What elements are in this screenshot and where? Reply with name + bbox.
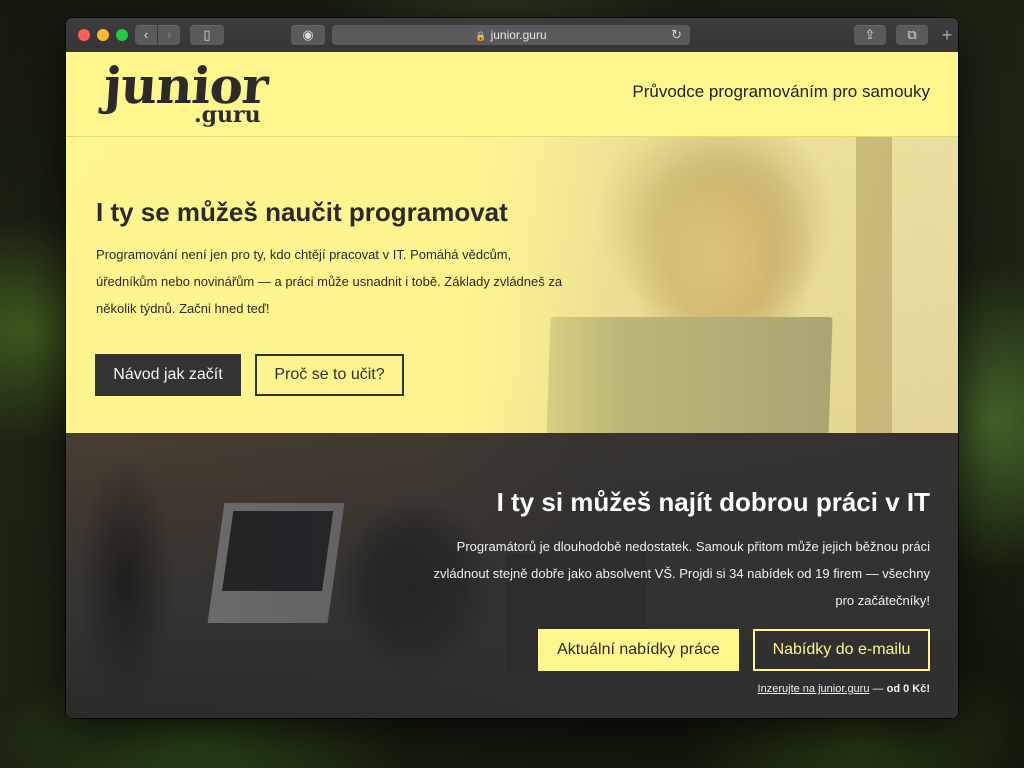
- site-header: junior .guru Průvodce programováním pro …: [66, 52, 958, 137]
- site-tagline: Průvodce programováním pro samouky: [632, 82, 930, 101]
- hero-jobs: I ty si můžeš najít dobrou práci v IT Pr…: [66, 433, 958, 718]
- browser-window: ‹ › ▯ ◉ 🔒 junior.guru ↻ ⇪ ⧉ + junior .gur…: [66, 18, 958, 718]
- reload-icon[interactable]: ↻: [671, 25, 682, 45]
- privacy-report-icon[interactable]: ◉: [291, 25, 325, 45]
- lock-icon: 🔒: [475, 31, 487, 41]
- logo-sub: .guru: [194, 102, 261, 128]
- hero-learn-title: I ty se můžeš naučit programovat: [96, 197, 508, 227]
- advertise-dash: —: [869, 683, 887, 695]
- share-icon[interactable]: ⇪: [854, 25, 886, 45]
- sidebar-icon[interactable]: ▯: [190, 25, 224, 45]
- address-bar[interactable]: 🔒 junior.guru ↻: [332, 25, 690, 45]
- forward-icon[interactable]: ›: [158, 25, 180, 45]
- close-window-button[interactable]: [78, 29, 90, 41]
- web-page: junior .guru Průvodce programováním pro …: [66, 52, 958, 718]
- start-guide-button[interactable]: Návod jak začít: [95, 354, 241, 396]
- zoom-window-button[interactable]: [116, 29, 128, 41]
- advertise-price: od 0 Kč!: [886, 683, 930, 695]
- advertise-link[interactable]: Inzerujte na junior.guru: [758, 683, 870, 695]
- hero-jobs-title: I ty si můžeš najít dobrou práci v IT: [496, 487, 930, 517]
- hero-jobs-text: Programátorů je dlouhodobě nedostatek. S…: [433, 539, 930, 608]
- tab-overview-icon[interactable]: ⧉: [896, 25, 928, 45]
- hero-learn: I ty se můžeš naučit programovat Program…: [66, 137, 958, 433]
- jobs-email-button[interactable]: Nabídky do e-mailu: [753, 629, 930, 671]
- hero-learn-text: Programování není jen pro ty, kdo chtějí…: [96, 247, 563, 316]
- browser-toolbar: ‹ › ▯ ◉ 🔒 junior.guru ↻ ⇪ ⧉ +: [66, 18, 958, 53]
- address-text: junior.guru: [490, 28, 547, 42]
- current-jobs-button[interactable]: Aktuální nabídky práce: [538, 629, 739, 671]
- back-icon[interactable]: ‹: [135, 25, 157, 45]
- why-learn-button[interactable]: Proč se to učit?: [255, 354, 404, 396]
- new-tab-icon[interactable]: +: [937, 26, 957, 46]
- advertise-line: Inzerujte na junior.guru — od 0 Kč!: [758, 683, 930, 695]
- minimize-window-button[interactable]: [97, 29, 109, 41]
